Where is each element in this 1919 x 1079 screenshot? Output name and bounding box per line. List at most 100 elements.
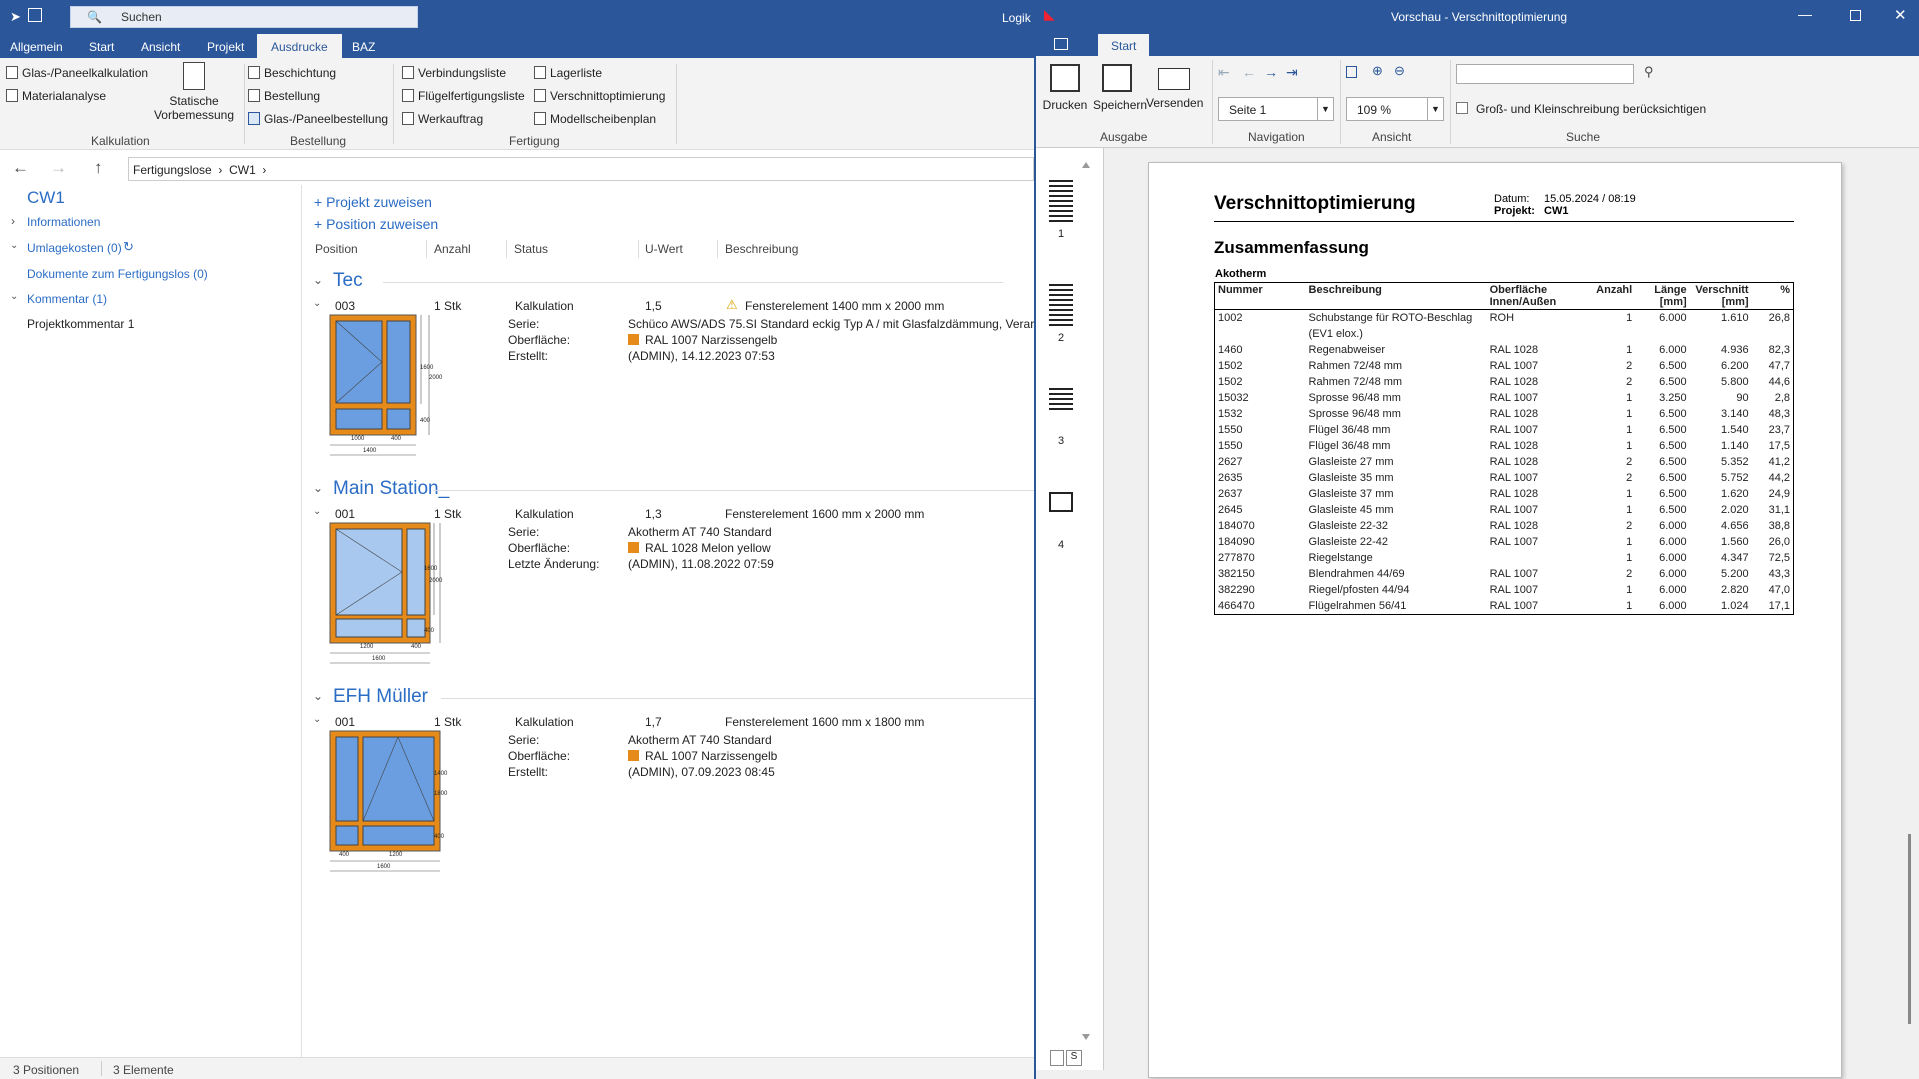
forward-arrow-icon[interactable]: →: [50, 158, 67, 178]
chevron-down-icon[interactable]: ⌄: [313, 506, 321, 517]
search-input[interactable]: [1456, 64, 1634, 84]
layout-icon[interactable]: [28, 8, 42, 22]
tab-baz[interactable]: BAZ: [352, 40, 375, 54]
previous-page-icon[interactable]: ←: [1242, 64, 1256, 80]
first-page-icon[interactable]: ⇤: [1218, 64, 1230, 81]
table-cell: 23,7: [1768, 424, 1790, 436]
tab-allgemein[interactable]: Allgemein: [10, 40, 63, 54]
glas-paneelbestellung-button[interactable]: Glas-/Paneelbestellung: [248, 112, 388, 126]
column-header-position[interactable]: Position: [315, 242, 358, 256]
werkauftrag-button[interactable]: Werkauftrag: [402, 112, 483, 126]
column-header-u-wert[interactable]: U-Wert: [645, 242, 683, 256]
col-verschnitt: Verschnitt [mm]: [1689, 282, 1752, 310]
chevron-down-icon[interactable]: ⌄: [313, 481, 323, 495]
glas-paneelkalkulation-button[interactable]: Glas-/Paneelkalkulation: [6, 66, 148, 80]
scrollbar-thumb[interactable]: [1908, 834, 1911, 1024]
sidebar-item-umlagekosten[interactable]: Umlagekosten (0): [27, 241, 122, 255]
search-icon[interactable]: ⚲: [1644, 64, 1654, 80]
breadcrumb-fertigungslose[interactable]: Fertigungslose: [133, 163, 212, 177]
beschreibung-value: Fensterelement 1400 mm x 2000 mm: [745, 299, 945, 313]
chevron-down-icon[interactable]: ⌄: [313, 298, 321, 309]
window-drawing[interactable]: 1000 400 1400 1600 2000 400: [325, 310, 445, 460]
verschnittoptimierung-button[interactable]: Verschnittoptimierung: [534, 89, 665, 103]
modellscheibenplan-button[interactable]: Modellscheibenplan: [534, 112, 656, 126]
beschichtung-button[interactable]: Beschichtung: [248, 66, 336, 80]
color-swatch: [628, 542, 639, 553]
zoom-out-icon[interactable]: ⊖: [1394, 63, 1405, 79]
materialanalyse-button[interactable]: Materialanalyse: [6, 89, 106, 103]
statische-vorbemessung-button[interactable]: Statische Vorbemessung: [152, 62, 236, 122]
breadcrumb[interactable]: Fertigungslose › CW1 ›: [128, 157, 1034, 181]
table-cell: 382150: [1218, 568, 1255, 580]
breadcrumb-cw1[interactable]: CW1: [229, 163, 256, 177]
table-cell: RAL 1028: [1489, 440, 1539, 452]
tab-ansicht[interactable]: Ansicht: [141, 40, 180, 54]
up-arrow-icon[interactable]: ↑: [94, 158, 103, 178]
column-header-status[interactable]: Status: [514, 242, 548, 256]
save-icon: [1102, 64, 1132, 92]
fit-page-icon[interactable]: [1346, 66, 1357, 78]
sidebar-item-projektkommentar[interactable]: Projektkommentar 1: [27, 317, 134, 331]
thumbnail-tab-icon[interactable]: [1050, 1050, 1064, 1066]
search-tab[interactable]: S: [1066, 1050, 1082, 1066]
page-thumbnail[interactable]: [1049, 284, 1073, 328]
chevron-right-icon[interactable]: ›: [11, 214, 15, 228]
tab-start[interactable]: Start: [1098, 34, 1150, 56]
sidebar-item-kommentar[interactable]: Kommentar (1): [27, 292, 107, 306]
window-drawing[interactable]: 1200 400 1600 1600 2000 400: [325, 518, 445, 668]
page-thumbnail[interactable]: [1049, 492, 1073, 512]
chevron-down-icon[interactable]: ⌄: [313, 689, 323, 703]
next-page-icon[interactable]: →: [1264, 64, 1278, 80]
verbindungsliste-button[interactable]: Verbindungsliste: [402, 66, 506, 80]
window-drawing[interactable]: 400 1200 1600 1400 1800 400: [325, 726, 447, 876]
sidebar-item-informationen[interactable]: Informationen: [27, 215, 100, 229]
vertical-scrollbar[interactable]: [1901, 148, 1919, 1079]
tab-ausdrucke[interactable]: Ausdrucke: [257, 34, 342, 58]
chevron-down-icon[interactable]: ⌄: [313, 714, 321, 725]
table-row: 1550 Flügel 36/48 mm RAL 1007 1 6.500 1.540 23…: [1215, 422, 1794, 438]
last-page-icon[interactable]: ⇥: [1286, 64, 1298, 81]
tab-start[interactable]: Start: [89, 40, 114, 54]
position-zuweisen-button[interactable]: + Position zuweisen: [314, 216, 438, 232]
table-cell: 2645: [1218, 504, 1243, 516]
page-select[interactable]: Seite 1 ▼: [1218, 97, 1334, 121]
drucken-button[interactable]: Drucken: [1041, 62, 1089, 112]
page-thumbnail[interactable]: [1049, 388, 1073, 410]
close-icon[interactable]: ✕: [1894, 6, 1907, 24]
chevron-down-icon[interactable]: ⌄: [10, 240, 18, 251]
lagerliste-button[interactable]: Lagerliste: [534, 66, 602, 80]
window-title: Vorschau - Verschnittoptimierung: [1391, 10, 1568, 24]
fluegelfertigungsliste-button[interactable]: Flügelfertigungsliste: [402, 89, 525, 103]
minimize-icon[interactable]: —: [1798, 6, 1812, 22]
page-thumbnail[interactable]: [1049, 180, 1073, 224]
chevron-down-icon[interactable]: ⌄: [313, 273, 323, 287]
zoom-in-icon[interactable]: ⊕: [1372, 63, 1383, 79]
column-header-beschreibung[interactable]: Beschreibung: [725, 242, 798, 256]
maximize-icon[interactable]: [1850, 10, 1861, 21]
table-cell: RAL 1007: [1489, 536, 1539, 548]
send-icon[interactable]: ➤: [10, 9, 21, 25]
scroll-up-icon[interactable]: [1082, 162, 1090, 168]
table-cell: 2: [1626, 520, 1633, 532]
speichern-button[interactable]: Speichern: [1093, 62, 1147, 112]
document-icon: [534, 89, 546, 102]
bestellung-button[interactable]: Bestellung: [248, 89, 320, 103]
group-label-ausgabe: Ausgabe: [1100, 130, 1148, 144]
sidebar-item-dokumente[interactable]: Dokumente zum Fertigungslos (0): [27, 267, 208, 281]
search-input[interactable]: 🔍 Suchen: [70, 6, 418, 28]
chevron-down-icon[interactable]: ⌄: [10, 291, 18, 302]
back-arrow-icon[interactable]: ←: [12, 158, 29, 178]
table-row: 1532 Sprosse 96/48 mm RAL 1028 1 6.500 3.140 4…: [1215, 406, 1794, 422]
refresh-icon[interactable]: ↻: [123, 239, 134, 255]
document-icon: [534, 112, 546, 125]
table-cell: Sprosse 96/48 mm: [1308, 408, 1401, 420]
case-sensitive-checkbox[interactable]: [1456, 102, 1468, 114]
column-header-anzahl[interactable]: Anzahl: [434, 242, 471, 256]
versenden-button[interactable]: Versenden: [1146, 62, 1203, 110]
projekt-zuweisen-button[interactable]: + Projekt zuweisen: [314, 194, 432, 210]
scroll-down-icon[interactable]: [1082, 1034, 1090, 1040]
zoom-select[interactable]: 109 % ▼: [1346, 97, 1444, 121]
quick-access-icon[interactable]: [1054, 38, 1068, 50]
table-row: 2645 Glasleiste 45 mm RAL 1007 1 6.500 2.020 3…: [1215, 502, 1794, 518]
tab-projekt[interactable]: Projekt: [207, 40, 244, 54]
